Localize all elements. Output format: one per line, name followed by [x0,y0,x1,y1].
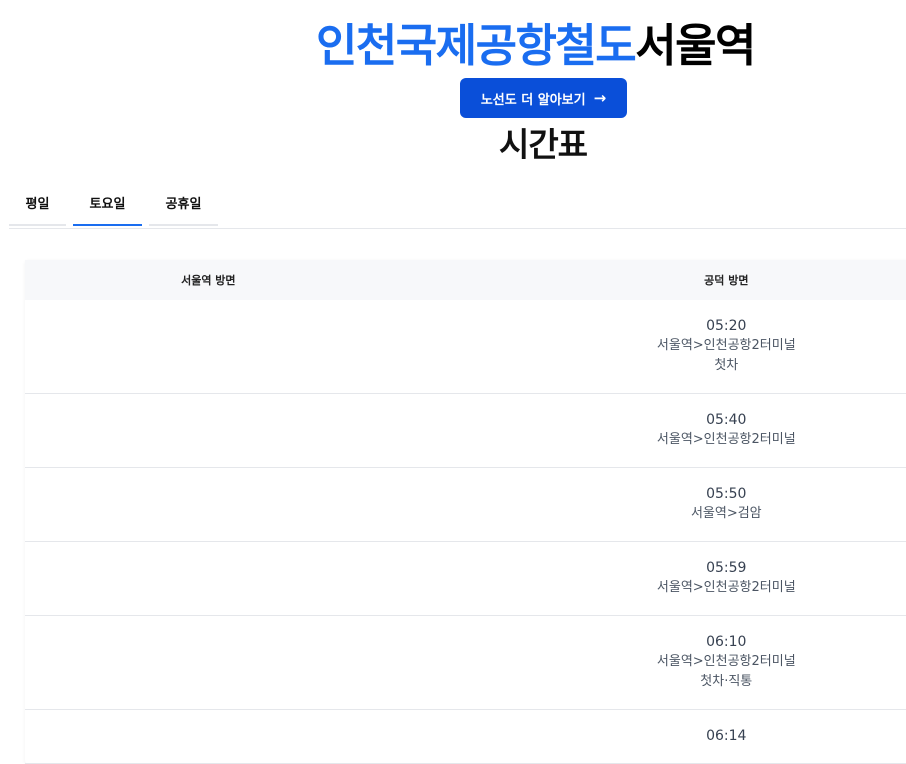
table-cell [25,542,392,615]
timetable-heading: 시간표 [498,125,588,164]
table-cell [25,300,392,393]
train-note: 첫차 [714,358,739,373]
table-cell: 05:50 서울역>검암 [528,468,906,541]
table-row: 05:40 서울역>인천공항2터미널 [25,394,906,468]
route-destination: 서울역>인천공항2터미널 [656,654,796,669]
table-row: 06:10 서울역>인천공항2터미널 첫차·직통 [25,616,906,710]
table-cell: 05:40 서울역>인천공항2터미널 [528,394,906,467]
departure-time: 05:40 [706,412,747,428]
timetable-header: 서울역 방면 공덕 방면 [25,260,906,300]
table-cell: 05:59 서울역>인천공항2터미널 [528,542,906,615]
route-map-button[interactable]: 노선도 더 알아보기 → [460,78,627,118]
column-header-seoul-direction: 서울역 방면 [181,274,236,287]
route-destination: 서울역>검암 [690,506,762,521]
table-row: 06:14 [25,710,906,764]
table-cell [25,394,392,467]
table-row: 05:20 서울역>인천공항2터미널 첫차 [25,300,906,394]
table-cell: 06:14 [528,710,906,763]
table-row: 05:50 서울역>검암 [25,468,906,542]
table-cell: 05:20 서울역>인천공항2터미널 첫차 [528,300,906,393]
departure-time: 06:10 [706,634,747,650]
table-cell [25,710,392,763]
table-cell: 06:10 서울역>인천공항2터미널 첫차·직통 [528,616,906,709]
route-destination: 서울역>인천공항2터미널 [656,338,796,353]
departure-time: 05:20 [706,318,747,334]
table-cell [25,616,392,709]
tab-saturday[interactable]: 토요일 [73,180,142,226]
day-tabs: 평일 토요일 공휴일 [9,180,906,229]
table-cell [25,468,392,541]
departure-time: 05:59 [706,560,747,576]
line-name: 인천국제공항철도 [316,19,637,72]
tab-holiday[interactable]: 공휴일 [149,180,218,226]
departure-time: 06:14 [706,728,747,744]
timetable: 서울역 방면 공덕 방면 05:20 서울역>인천공항2터미널 첫차 05:40… [25,260,906,764]
station-name: 서울역 [635,19,756,72]
arrow-right-icon: → [593,88,607,107]
route-map-button-label: 노선도 더 알아보기 [480,92,586,108]
column-header-gongdeok-direction: 공덕 방면 [704,274,749,287]
page-title: 인천국제공항철도서울역 [316,16,756,76]
route-destination: 서울역>인천공항2터미널 [656,432,796,447]
train-note: 첫차·직통 [700,674,753,689]
table-row: 05:59 서울역>인천공항2터미널 [25,542,906,616]
tab-weekday[interactable]: 평일 [9,180,66,226]
departure-time: 05:50 [706,486,747,502]
route-destination: 서울역>인천공항2터미널 [656,580,796,595]
